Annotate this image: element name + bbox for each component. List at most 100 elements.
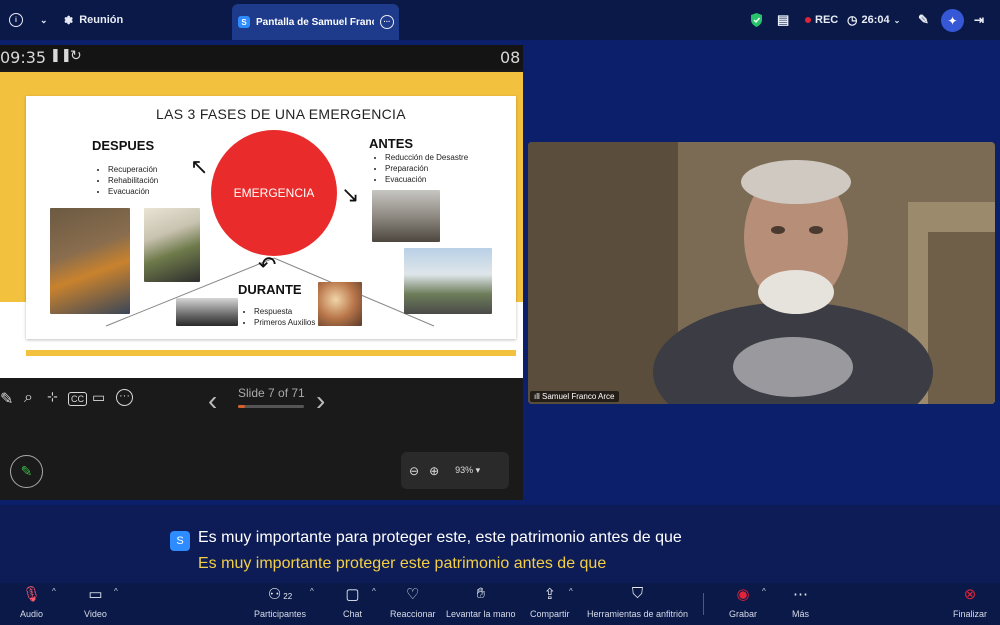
- video-label: Video: [84, 609, 107, 619]
- chevron-up-icon[interactable]: ^: [762, 587, 766, 596]
- chevron-down-icon: ⌄: [893, 15, 901, 25]
- photo-building: [404, 248, 492, 314]
- chevron-up-icon[interactable]: ^: [372, 587, 376, 596]
- record-button[interactable]: ◉ Grabar: [729, 585, 757, 619]
- info-icon[interactable]: i: [9, 0, 23, 40]
- meeting-timer[interactable]: ◷ 26:04 ⌄: [847, 0, 900, 40]
- chevron-up-icon[interactable]: ^: [52, 587, 56, 596]
- pause-icon[interactable]: ❚❚: [50, 48, 72, 63]
- chevron-up-icon[interactable]: ^: [569, 587, 573, 596]
- durante-list: Respuesta Primeros Auxilios: [244, 306, 315, 328]
- photo-fire: [318, 282, 362, 326]
- despues-heading: DESPUES: [92, 138, 155, 153]
- prev-slide-icon[interactable]: ‹: [208, 385, 217, 417]
- chat-button[interactable]: ▢ Chat: [343, 585, 362, 619]
- audio-label: Audio: [20, 609, 44, 619]
- pencil-icon[interactable]: ✎: [918, 0, 929, 40]
- participants-label: Participantes: [254, 609, 307, 619]
- list-item: Preparación: [385, 163, 468, 174]
- end-meeting-button[interactable]: ⊗ Finalizar: [953, 585, 987, 619]
- emergency-circle: EMERGENCIA: [211, 130, 337, 256]
- zoom-control: ⊖ ⊕ 93% ▾: [401, 452, 509, 489]
- video-camera-icon: ▭: [88, 586, 103, 603]
- slide-footer-line: [26, 350, 516, 356]
- raise-hand-button[interactable]: ✋︎ Levantar la mano: [446, 585, 516, 619]
- cycle-arrow-icon: ↘: [341, 182, 360, 207]
- recording-indicator[interactable]: REC: [805, 0, 838, 40]
- list-item: Recuperación: [108, 164, 158, 175]
- tab-badge: S: [238, 16, 250, 28]
- ai-companion-icon[interactable]: ✦: [941, 9, 964, 32]
- more-options-icon[interactable]: ···: [116, 389, 133, 406]
- annotate-button[interactable]: ✎: [10, 455, 43, 488]
- more-button[interactable]: ⋯ Más: [792, 585, 809, 619]
- slide-card: LAS 3 FASES DE UNA EMERGENCIA DESPUES Re…: [26, 96, 516, 339]
- rec-label: REC: [815, 14, 839, 26]
- photo-helmet: [144, 208, 200, 282]
- audio-button[interactable]: 🎙︎ Audio: [20, 585, 43, 619]
- next-slide-icon[interactable]: ›: [316, 385, 325, 417]
- zoom-icon[interactable]: ⌕: [24, 389, 33, 407]
- zoom-in-icon[interactable]: ⊕: [429, 464, 439, 478]
- record-label: Grabar: [729, 609, 758, 619]
- participant-name-tag: ıll Samuel Franco Arce: [530, 391, 619, 402]
- caption-line: Es muy importante para proteger este, es…: [198, 529, 682, 546]
- pointer-icon[interactable]: ⊹: [47, 389, 58, 405]
- exit-icon[interactable]: ⇥: [974, 0, 984, 40]
- list-item: Rehabilitación: [108, 175, 158, 186]
- chevron-down-icon[interactable]: ⌄: [40, 0, 48, 40]
- host-tools-button[interactable]: ⛉ Herramientas de anfitrión: [587, 585, 688, 619]
- photo-meeting: [372, 190, 440, 242]
- durante-heading: DURANTE: [238, 282, 302, 297]
- shield-icon[interactable]: [750, 0, 763, 40]
- emergency-label: EMERGENCIA: [233, 186, 315, 200]
- meeting-toolbar: 🎙︎ Audio ^ ▭ Video ^ ⚇ 22 Participantes ^…: [0, 583, 1000, 625]
- chevron-up-icon[interactable]: ^: [310, 587, 314, 596]
- end-label: Finalizar: [953, 609, 988, 619]
- share-button[interactable]: ⇪ Compartir: [530, 585, 570, 619]
- participants-button[interactable]: ⚇ 22 Participantes: [254, 585, 306, 619]
- tab-title: Pantalla de Samuel Franco Arce: [256, 16, 374, 28]
- despues-list: Recuperación Rehabilitación Evacuación: [98, 164, 158, 197]
- slide-controls: ✎ ⌕ ⊹ CC ▭ ··· ‹ Slide 7 of 71 ›: [0, 385, 523, 421]
- toolbar-divider: [703, 593, 704, 615]
- pen-icon[interactable]: ✎: [0, 389, 13, 409]
- clock-icon: ◷: [847, 13, 858, 27]
- video-button[interactable]: ▭ Video: [84, 585, 107, 619]
- camera-icon[interactable]: ▭: [92, 389, 105, 406]
- timer-value: 26:04: [861, 14, 890, 26]
- list-item: Reducción de Desastre: [385, 152, 468, 163]
- more-options-icon[interactable]: ···: [380, 15, 394, 29]
- microphone-muted-icon: 🎙︎: [21, 586, 42, 603]
- list-item: Evacuación: [385, 174, 468, 185]
- meeting-menu[interactable]: ✽ Reunión: [64, 0, 123, 40]
- paw-icon: ✽: [64, 14, 74, 27]
- zoom-out-icon[interactable]: ⊖: [409, 464, 419, 478]
- captions-icon[interactable]: CC: [68, 392, 87, 406]
- reset-icon[interactable]: ↻: [70, 48, 82, 64]
- document-icon[interactable]: ▤: [777, 0, 789, 40]
- photo-worker: [50, 208, 130, 314]
- share-screen-icon: ⇪: [543, 586, 557, 603]
- presenter-header: 09:35 ❚❚ ↻ 08: [0, 45, 523, 70]
- slide-progress-fill: [238, 405, 245, 408]
- list-item: Respuesta: [254, 306, 315, 317]
- react-label: Reaccionar: [390, 609, 436, 619]
- list-item: Evacuación: [108, 186, 158, 197]
- slide-counter: Slide 7 of 71: [238, 386, 305, 400]
- photo-response: [176, 298, 238, 326]
- hand-icon: ✋︎: [476, 585, 486, 602]
- presenter-clock: 08: [500, 48, 521, 67]
- tab-screen-share[interactable]: S Pantalla de Samuel Franco Arce ···: [232, 4, 399, 40]
- participant-video[interactable]: ıll Samuel Franco Arce: [528, 142, 995, 404]
- speaker-badge: S: [170, 531, 190, 551]
- shield-icon: ⛉: [631, 585, 644, 602]
- live-captions: S Es muy importante para proteger este, …: [0, 505, 1000, 583]
- shared-screen: 09:35 ❚❚ ↻ 08 LAS 3 FASES DE UNA EMERGEN…: [0, 45, 523, 500]
- zoom-select[interactable]: 93% ▾: [455, 465, 480, 476]
- meeting-label: Reunión: [79, 14, 124, 26]
- chevron-up-icon[interactable]: ^: [114, 587, 118, 596]
- antes-list: Reducción de Desastre Preparación Evacua…: [375, 152, 468, 185]
- participants-icon: ⚇ 22: [267, 586, 293, 603]
- react-button[interactable]: ♡ Reaccionar: [390, 585, 436, 619]
